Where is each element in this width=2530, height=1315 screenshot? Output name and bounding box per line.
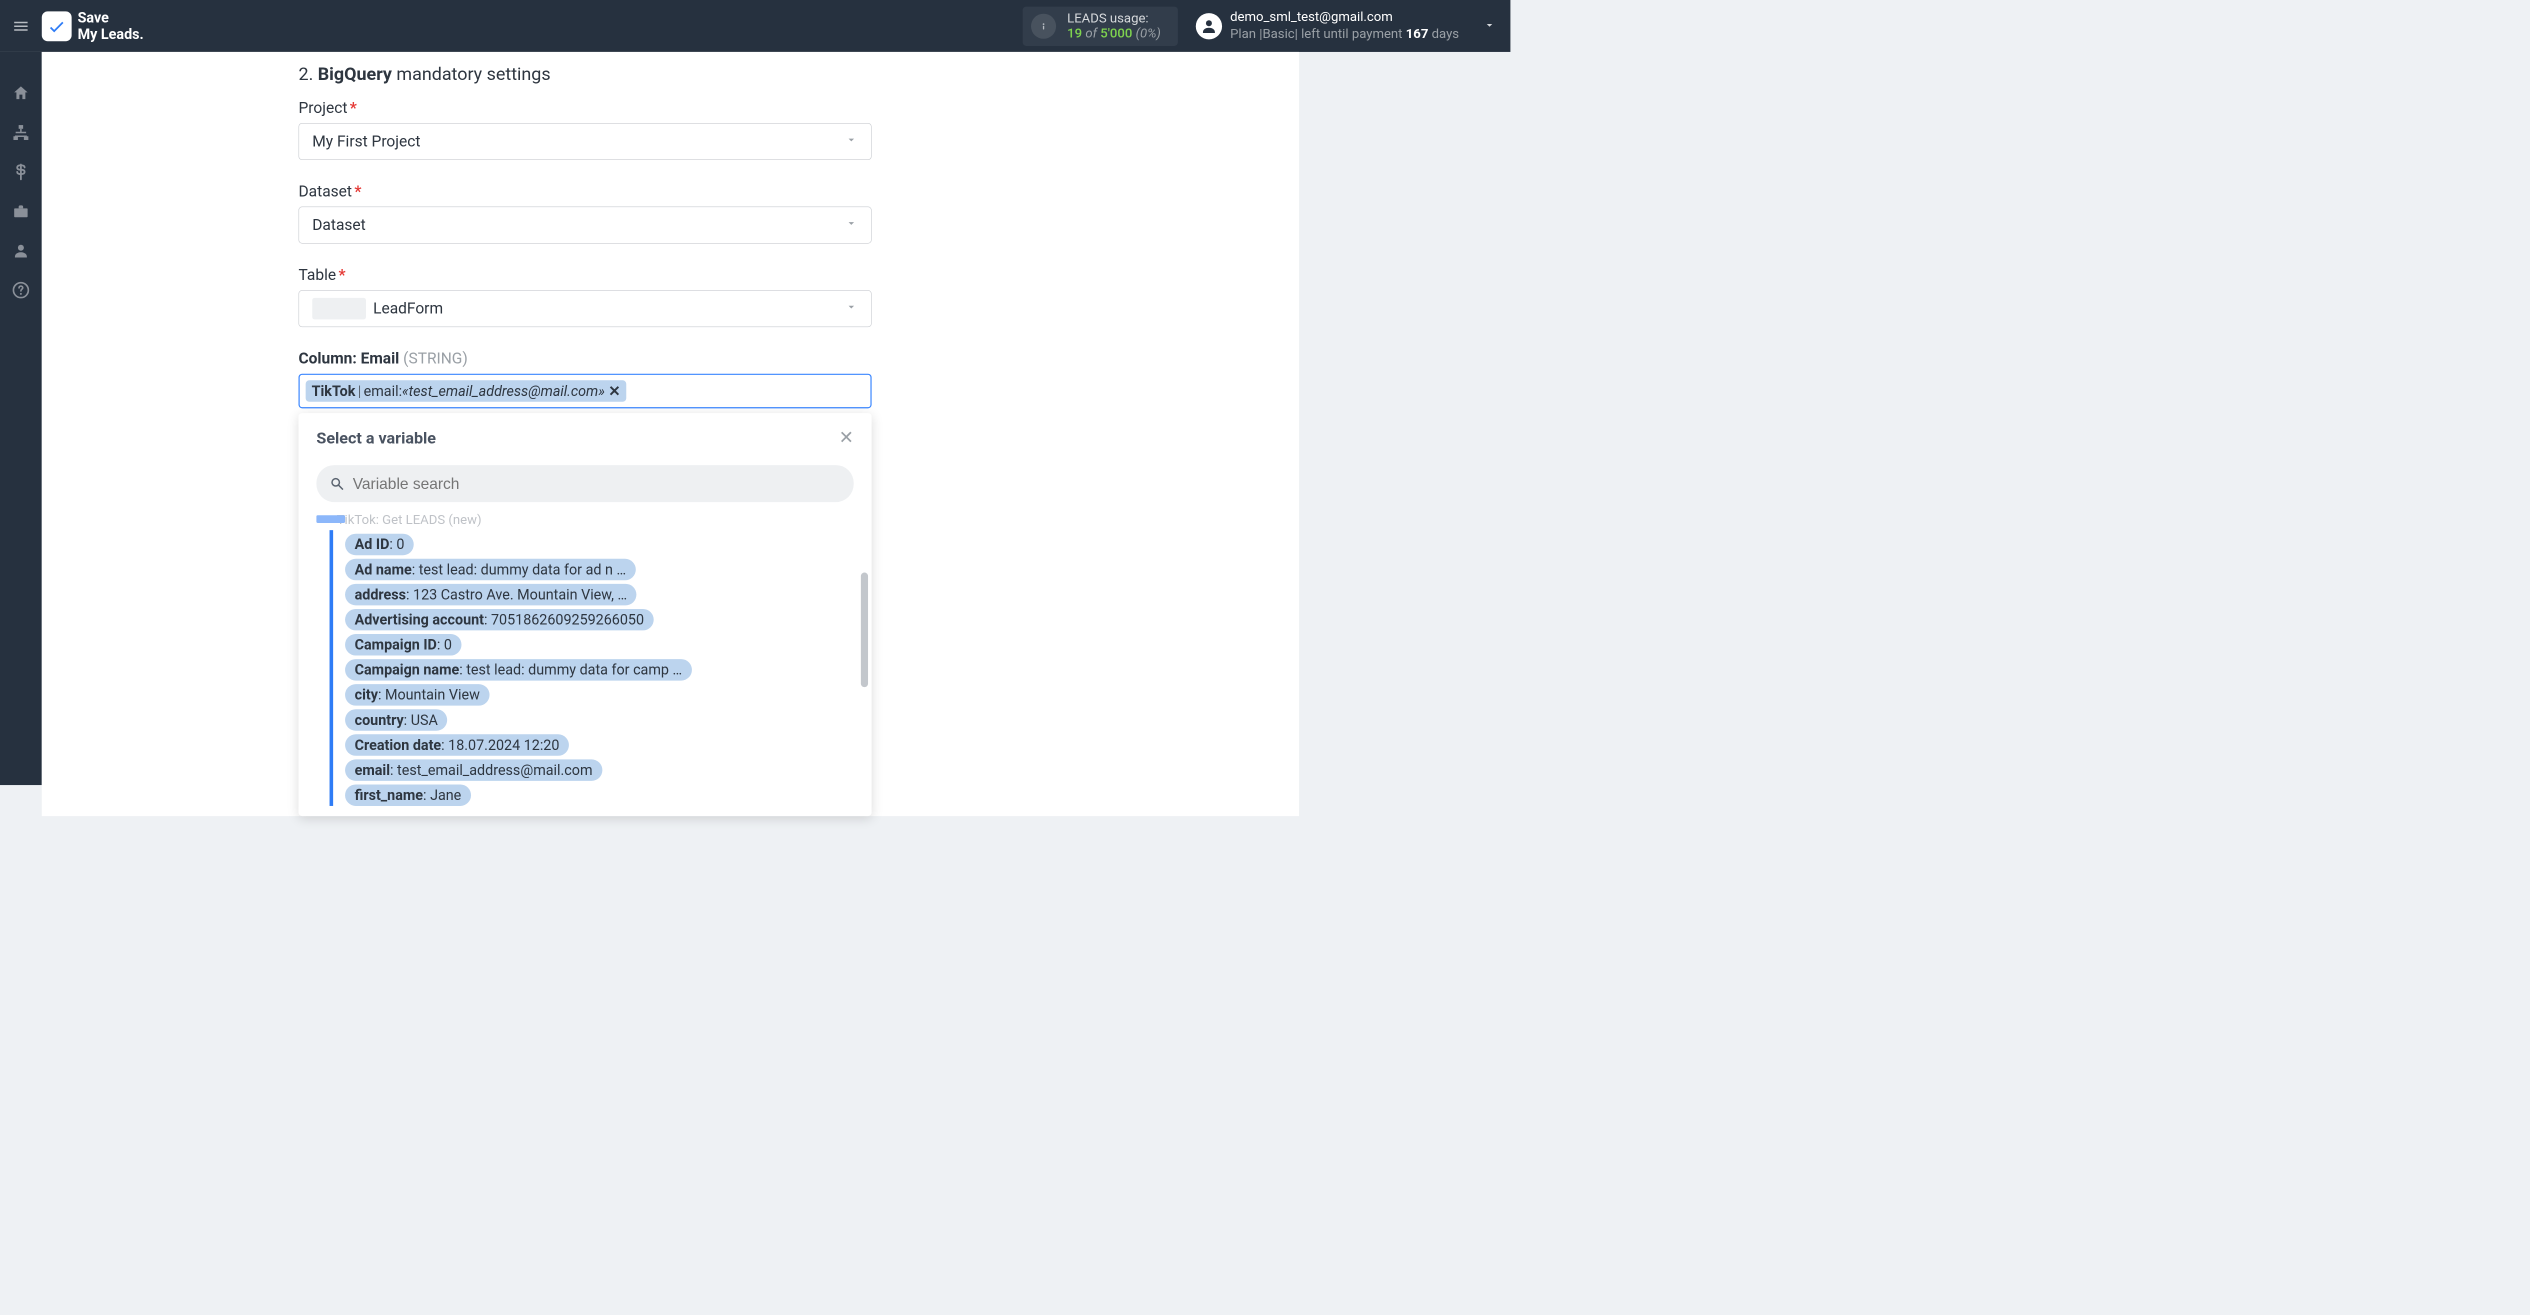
project-value: My First Project: [312, 133, 420, 151]
brand-text: Save My Leads.: [78, 10, 144, 42]
nav-tools[interactable]: [0, 192, 42, 231]
usage-used: 19: [1067, 26, 1082, 41]
user-menu-toggle[interactable]: [1483, 18, 1496, 34]
table-prefix-block: [312, 298, 366, 319]
variable-chip: TikTok | email: «test_email_address@mail…: [306, 380, 627, 401]
home-icon: [12, 84, 30, 102]
chevron-down-icon: [845, 300, 858, 318]
account-icon: [12, 242, 30, 260]
group-head-text: TikTok: Get LEADS (new): [337, 513, 482, 528]
variable-option[interactable]: first_name: Jane: [345, 784, 471, 805]
left-nav: [0, 52, 42, 785]
section-number: 2.: [299, 64, 314, 85]
sitemap-icon: [12, 124, 30, 142]
chip-value: «test_email_address@mail.com»: [402, 383, 605, 400]
table-value: LeadForm: [373, 300, 443, 318]
group-indicator: [316, 515, 345, 523]
variable-search[interactable]: [316, 465, 853, 502]
variable-option[interactable]: email: test_email_address@mail.com: [345, 759, 602, 780]
chevron-down-icon: [845, 216, 858, 234]
brand-logo: [42, 11, 72, 41]
help-icon: [12, 281, 30, 299]
dropdown-title: Select a variable: [316, 428, 436, 447]
variable-option[interactable]: city: Mountain View: [345, 684, 489, 705]
table-select[interactable]: LeadForm: [299, 290, 872, 327]
variable-dropdown: Select a variable ✕ TikTok: Get LEADS (n…: [299, 413, 872, 816]
user-text: demo_sml_test@gmail.com Plan |Basic| lef…: [1230, 9, 1459, 43]
dataset-select[interactable]: Dataset: [299, 207, 872, 244]
user-plan-suffix: days: [1428, 27, 1459, 42]
project-label-text: Project: [299, 99, 348, 117]
user-panel[interactable]: demo_sml_test@gmail.com Plan |Basic| lef…: [1195, 9, 1496, 43]
variable-option[interactable]: Campaign ID: 0: [345, 634, 461, 655]
user-plan: Plan |Basic| left until payment 167 days: [1230, 26, 1459, 43]
info-icon-circle: [1031, 13, 1056, 38]
nav-help[interactable]: [0, 270, 42, 309]
dropdown-header: Select a variable ✕: [299, 413, 872, 463]
brand-line1: Save: [78, 10, 144, 26]
dropdown-close-button[interactable]: ✕: [839, 427, 854, 448]
variable-option[interactable]: Ad name: test lead: dummy data for ad n …: [345, 559, 636, 580]
user-email: demo_sml_test@gmail.com: [1230, 9, 1459, 26]
nav-integrations[interactable]: [0, 113, 42, 152]
user-plan-days: 167: [1406, 27, 1429, 42]
nav-billing[interactable]: [0, 152, 42, 191]
variable-search-input[interactable]: [353, 474, 841, 493]
section-rest: mandatory settings: [392, 64, 551, 85]
dataset-value: Dataset: [312, 216, 365, 234]
variable-option[interactable]: address: 123 Castro Ave. Mountain View, …: [345, 584, 637, 605]
column-input[interactable]: TikTok | email: «test_email_address@mail…: [299, 374, 872, 409]
settings-card: 2. BigQuery mandatory settings Project* …: [42, 52, 1299, 816]
hamburger-icon: [12, 17, 30, 35]
info-icon: [1037, 19, 1050, 32]
section-title: 2. BigQuery mandatory settings: [299, 64, 872, 85]
user-icon: [1200, 17, 1218, 35]
usage-of: of: [1085, 26, 1097, 41]
usage-values: 19 of 5'000 (0%): [1067, 26, 1161, 41]
dataset-label: Dataset*: [299, 183, 872, 201]
usage-limit: 5'000: [1100, 26, 1132, 41]
section-strong: BigQuery: [318, 64, 392, 85]
usage-panel: LEADS usage: 19 of 5'000 (0%): [1023, 6, 1178, 45]
usage-label: LEADS usage:: [1067, 11, 1161, 26]
nav-home[interactable]: [0, 73, 42, 112]
variable-option[interactable]: Ad ID: 0: [345, 534, 414, 555]
project-select[interactable]: My First Project: [299, 123, 872, 160]
dataset-label-text: Dataset: [299, 183, 352, 201]
variable-option[interactable]: Creation date: 18.07.2024 12:20: [345, 734, 569, 755]
topbar: Save My Leads. LEADS usage: 19 of 5'000 …: [0, 0, 1510, 52]
chip-sep: |: [358, 383, 361, 400]
user-plan-prefix: Plan |Basic| left until payment: [1230, 27, 1406, 42]
table-label: Table*: [299, 266, 872, 284]
briefcase-icon: [12, 202, 30, 220]
variable-option[interactable]: Campaign name: test lead: dummy data for…: [345, 659, 692, 680]
check-icon: [47, 16, 67, 36]
chevron-down-icon: [845, 133, 858, 151]
avatar: [1195, 13, 1221, 39]
table-label-text: Table: [299, 266, 337, 284]
required-star: *: [350, 99, 357, 117]
variable-group-head: TikTok: Get LEADS (new): [316, 513, 853, 528]
chip-remove-button[interactable]: ✕: [608, 383, 620, 400]
dollar-icon: [12, 163, 30, 181]
usage-pct: (0%): [1136, 26, 1161, 41]
required-star: *: [338, 266, 345, 284]
brand-line2: My Leads.: [78, 26, 144, 42]
project-label: Project*: [299, 99, 872, 117]
chip-field: email:: [364, 383, 402, 400]
nav-account[interactable]: [0, 231, 42, 270]
search-icon: [330, 476, 345, 492]
dropdown-body: TikTok: Get LEADS (new) Ad ID: 0 Ad name:…: [299, 513, 872, 816]
column-label: Column: Email (STRING): [299, 350, 872, 368]
required-star: *: [354, 183, 361, 201]
hamburger-menu-button[interactable]: [0, 0, 42, 52]
chip-source: TikTok: [312, 383, 356, 400]
chevron-down-icon: [1483, 18, 1496, 31]
dropdown-scrollbar[interactable]: [861, 573, 868, 688]
column-type: (STRING): [403, 350, 468, 368]
variable-option[interactable]: Advertising account: 7051862609259266050: [345, 609, 653, 630]
variable-list: Ad ID: 0 Ad name: test lead: dummy data f…: [330, 530, 854, 806]
column-label-text: Column: Email: [299, 350, 400, 368]
variable-option[interactable]: country: USA: [345, 709, 447, 730]
